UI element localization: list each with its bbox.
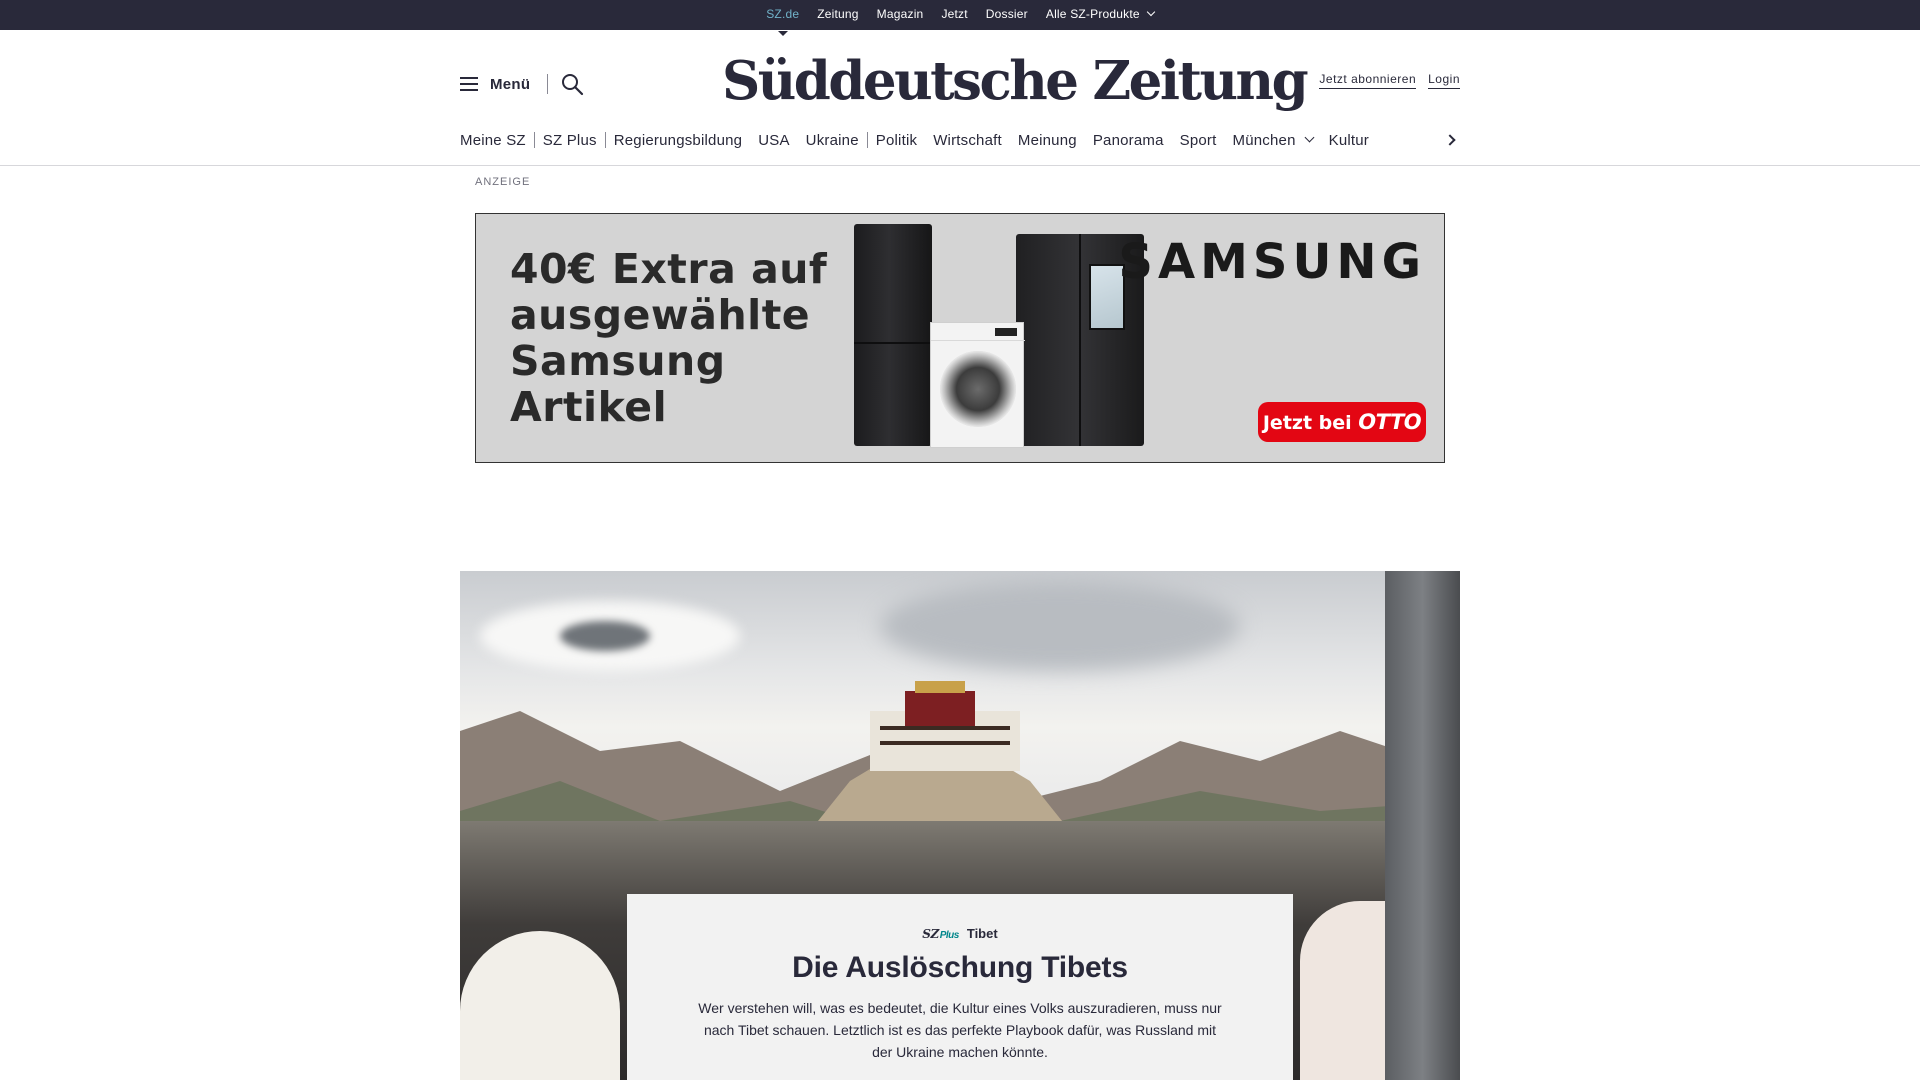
product-link-zeitung[interactable]: Zeitung bbox=[808, 0, 867, 30]
all-products-label: Alle SZ-Produkte bbox=[1045, 7, 1140, 21]
nav-item-muenchen-label: München bbox=[1232, 131, 1296, 149]
header-divider bbox=[547, 74, 548, 94]
ad-cta-button[interactable]: Jetzt bei OTTO bbox=[1258, 402, 1426, 442]
product-link-jetzt[interactable]: Jetzt bbox=[932, 0, 976, 30]
login-link[interactable]: Login bbox=[1428, 72, 1460, 89]
otto-logo: OTTO bbox=[1358, 410, 1422, 434]
potala-palace-graphic bbox=[810, 681, 1070, 831]
product-link-sz-de[interactable]: SZ.de bbox=[757, 0, 808, 30]
nav-item-sport[interactable]: Sport bbox=[1172, 125, 1225, 155]
lead-article-teaser[interactable]: SZPlus Tibet Die Auslöschung Tibets Wer … bbox=[627, 894, 1293, 1080]
site-logo[interactable]: Süddeutsche Zeitung bbox=[722, 46, 1309, 116]
section-nav: Meine SZ SZ Plus Regierungsbildung USA U… bbox=[460, 125, 1460, 155]
nav-item-panorama[interactable]: Panorama bbox=[1085, 125, 1172, 155]
hamburger-icon bbox=[460, 77, 478, 91]
chevron-right-icon bbox=[1444, 134, 1456, 146]
samsung-ad-banner[interactable]: 40€ Extra auf ausgewählte Samsung Artike… bbox=[475, 213, 1445, 463]
nav-scroll-right-button[interactable] bbox=[1440, 125, 1460, 155]
header-rule bbox=[0, 165, 1920, 166]
menu-label: Menü bbox=[490, 75, 531, 93]
product-nav: SZ.de Zeitung Magazin Jetzt Dossier Alle… bbox=[0, 0, 1920, 30]
ad-label: ANZEIGE bbox=[475, 176, 531, 188]
product-link-magazin[interactable]: Magazin bbox=[868, 0, 933, 30]
nav-item-wirtschaft[interactable]: Wirtschaft bbox=[925, 125, 1010, 155]
account-links: Jetzt abonnieren Login bbox=[1319, 72, 1460, 89]
article-summary: Wer verstehen will, was es bedeutet, die… bbox=[698, 1000, 1222, 1060]
sz-plus-badge: SZPlus bbox=[922, 926, 959, 941]
nav-item-usa[interactable]: USA bbox=[750, 125, 797, 155]
all-products-dropdown[interactable]: Alle SZ-Produkte bbox=[1037, 0, 1163, 30]
ad-washing-machine-image bbox=[930, 322, 1025, 448]
top-product-bar: SZ.de Zeitung Magazin Jetzt Dossier Alle… bbox=[0, 0, 1920, 30]
nav-item-politik[interactable]: Politik bbox=[868, 125, 925, 155]
nav-item-muenchen[interactable]: München bbox=[1225, 125, 1321, 155]
subscribe-link[interactable]: Jetzt abonnieren bbox=[1319, 72, 1417, 89]
nav-item-meine-sz[interactable]: Meine SZ bbox=[460, 125, 534, 155]
ad-headline: 40€ Extra auf ausgewählte Samsung Artike… bbox=[510, 245, 828, 431]
article-kicker: SZPlus Tibet bbox=[627, 926, 1293, 941]
chevron-down-icon bbox=[1304, 132, 1315, 142]
lamp-pole-graphic bbox=[1385, 571, 1460, 1080]
ad-cta-prefix: Jetzt bei bbox=[1262, 412, 1352, 434]
nav-item-meinung[interactable]: Meinung bbox=[1010, 125, 1085, 155]
article-title[interactable]: Die Auslöschung Tibets bbox=[627, 948, 1293, 988]
nav-item-sz-plus[interactable]: SZ Plus bbox=[535, 125, 605, 155]
chevron-down-icon bbox=[1146, 7, 1156, 17]
article-topic: Tibet bbox=[966, 926, 998, 941]
nav-item-ukraine[interactable]: Ukraine bbox=[798, 125, 867, 155]
search-icon[interactable] bbox=[560, 72, 584, 96]
product-link-dossier[interactable]: Dossier bbox=[977, 0, 1037, 30]
menu-button[interactable]: Menü bbox=[460, 70, 530, 98]
nav-item-kultur[interactable]: Kultur bbox=[1321, 125, 1377, 155]
ad-fridge-image bbox=[854, 224, 932, 446]
nav-item-regierungsbildung[interactable]: Regierungsbildung bbox=[606, 125, 751, 155]
site-header: Menü Süddeutsche Zeitung Jetzt abonniere… bbox=[460, 30, 1460, 135]
ad-brand-logo: SAMSUNG bbox=[1118, 234, 1426, 290]
person-graphic bbox=[460, 931, 620, 1080]
